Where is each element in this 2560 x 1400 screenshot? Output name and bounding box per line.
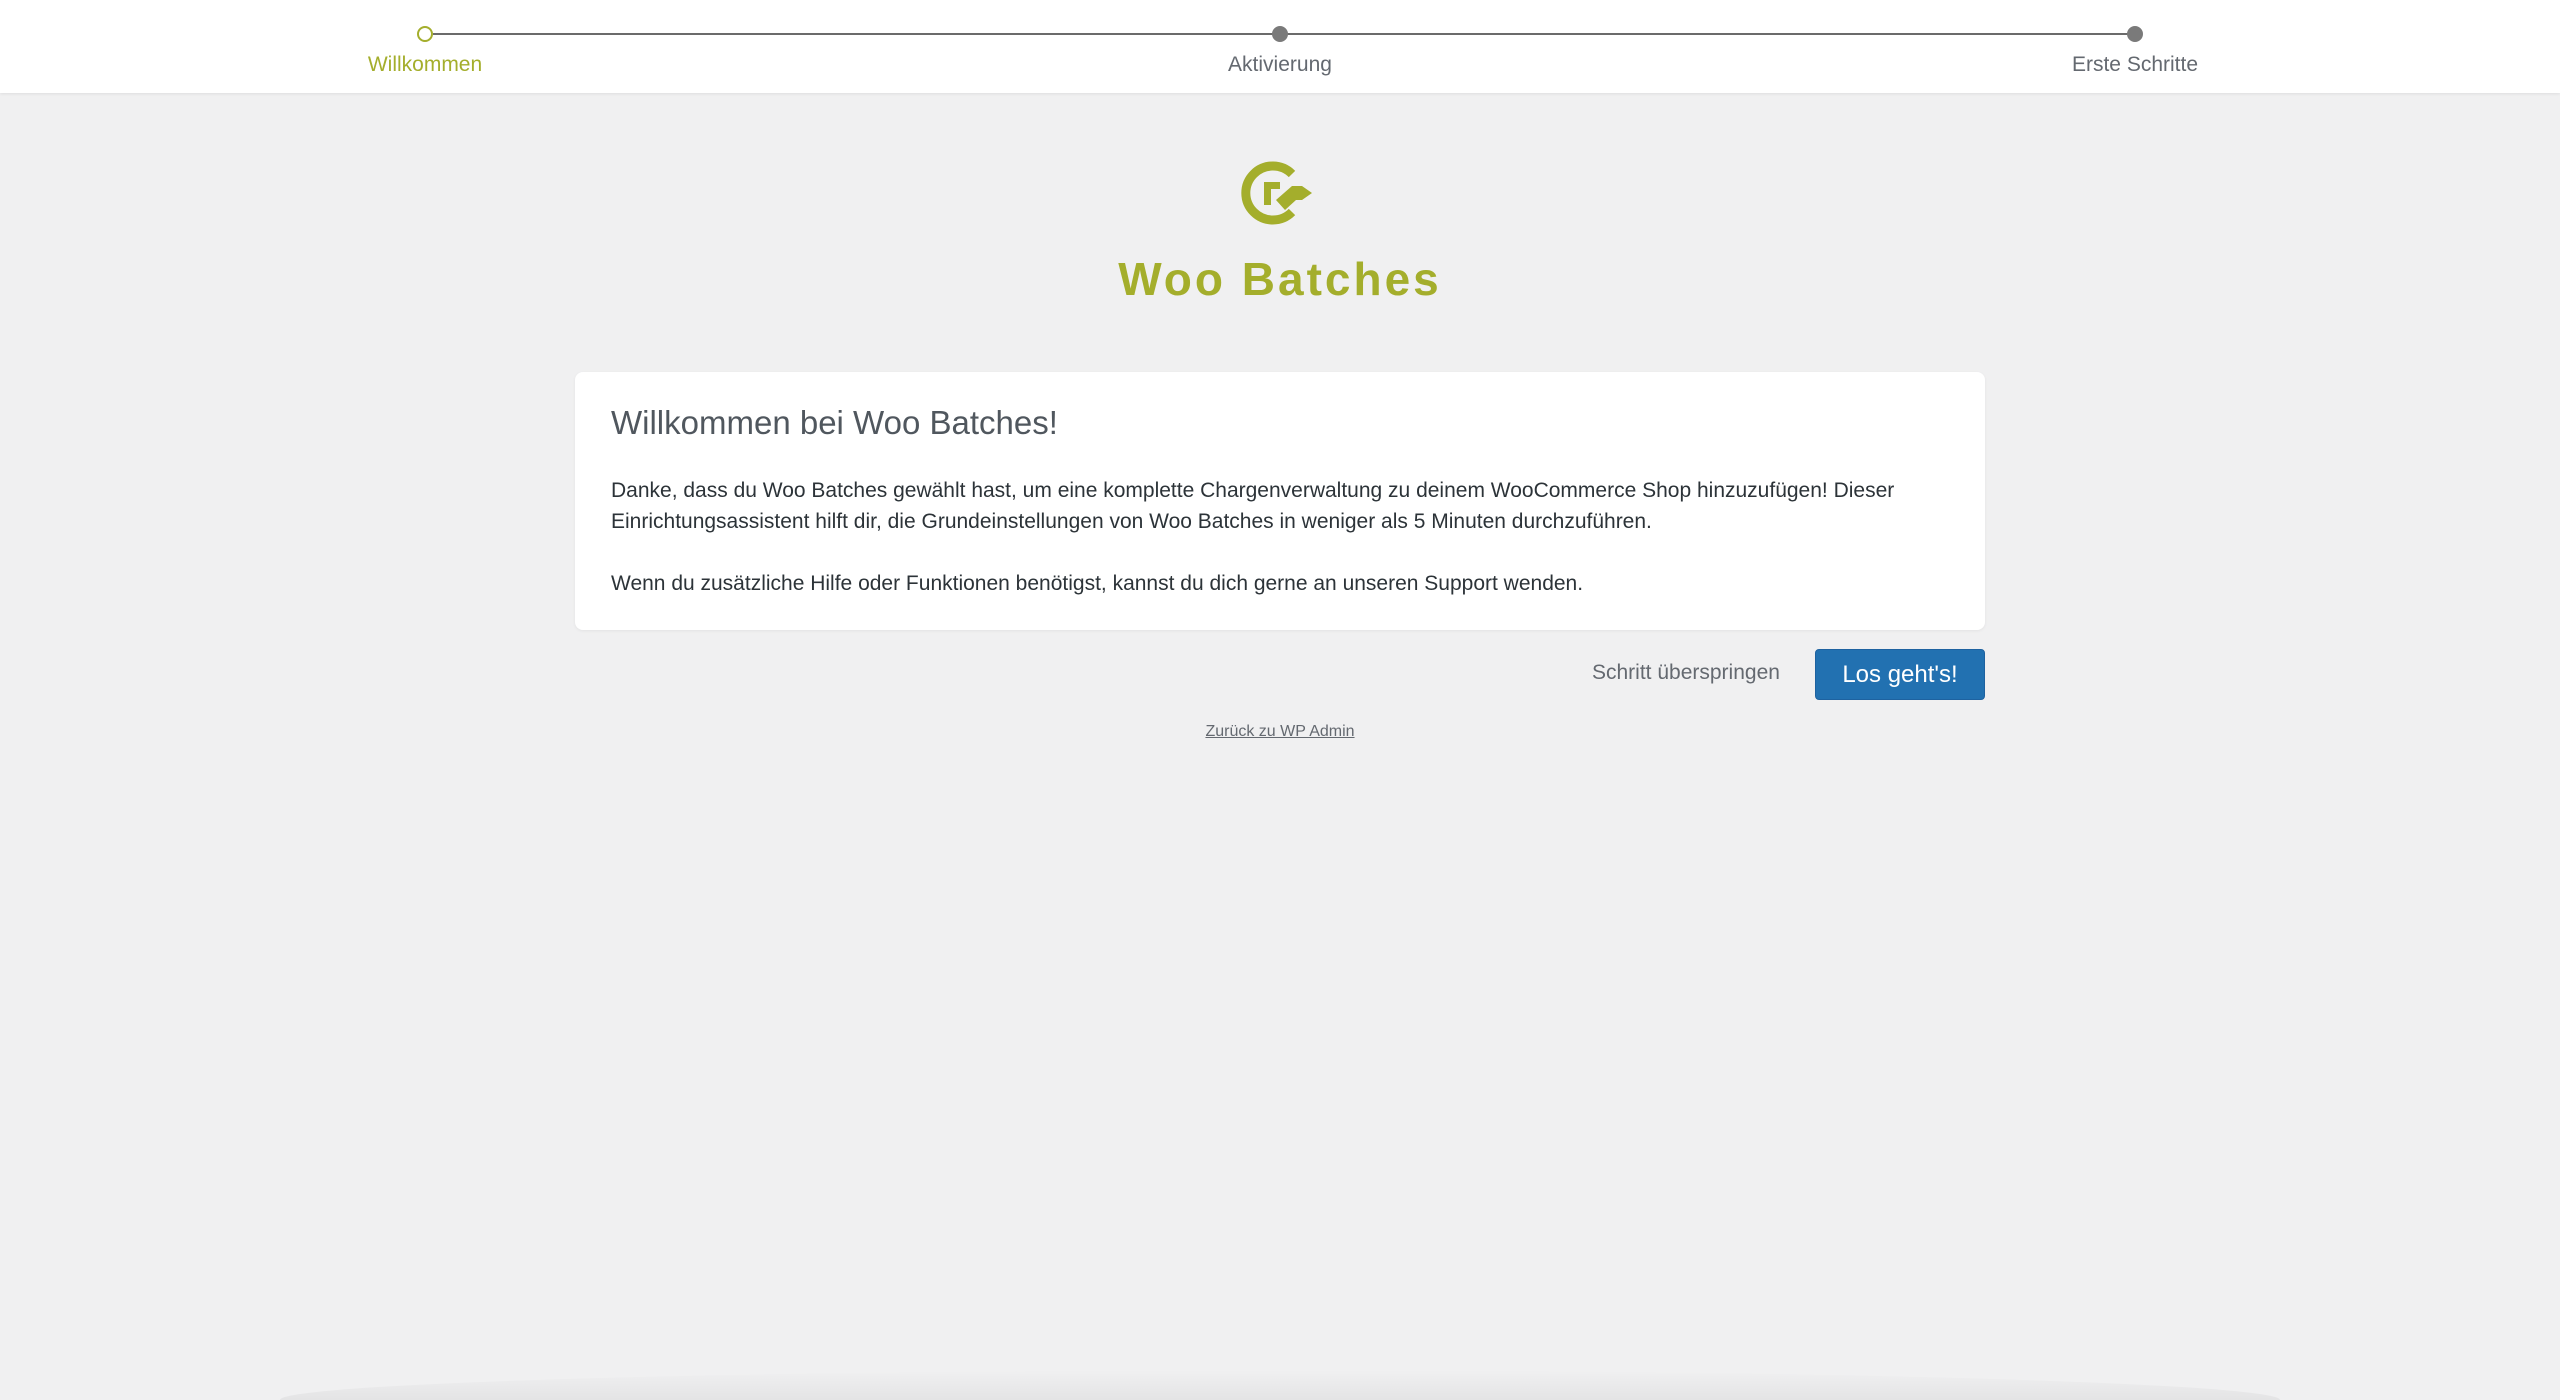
woo-batches-logo-icon [1240,158,1320,228]
step-label-willkommen: Willkommen [367,53,483,76]
progress-track-1 [433,33,1279,35]
step-dot-aktivierung [1272,26,1288,42]
step-label-aktivierung: Aktivierung [1228,53,1332,76]
step-dot-willkommen [417,26,433,42]
welcome-card: Willkommen bei Woo Batches! Danke, dass … [575,372,1985,630]
welcome-support-text: Wenn du zusätzliche Hilfe oder Funktione… [611,571,1584,595]
step-dot-erste-schritte [2127,26,2143,42]
progress-track-2 [1287,33,2129,35]
back-to-wp-admin-link[interactable]: Zurück zu WP Admin [0,723,2560,741]
step-label-erste-schritte: Erste Schritte [2071,53,2199,76]
welcome-title: Willkommen bei Woo Batches! [611,404,1058,441]
welcome-intro-text: Danke, dass du Woo Batches gewählt hast,… [611,478,1895,533]
lets-go-button[interactable]: Los geht's! [1815,649,1985,700]
brand-name: Woo Batches [1118,253,1442,305]
setup-progress-stepper: Willkommen Aktivierung Erste Schritte [0,0,2560,93]
bottom-shadow [280,1370,2280,1400]
skip-step-link[interactable]: Schritt überspringen [1592,661,1780,685]
back-to-wp-admin-label[interactable]: Zurück zu WP Admin [1205,723,1354,740]
